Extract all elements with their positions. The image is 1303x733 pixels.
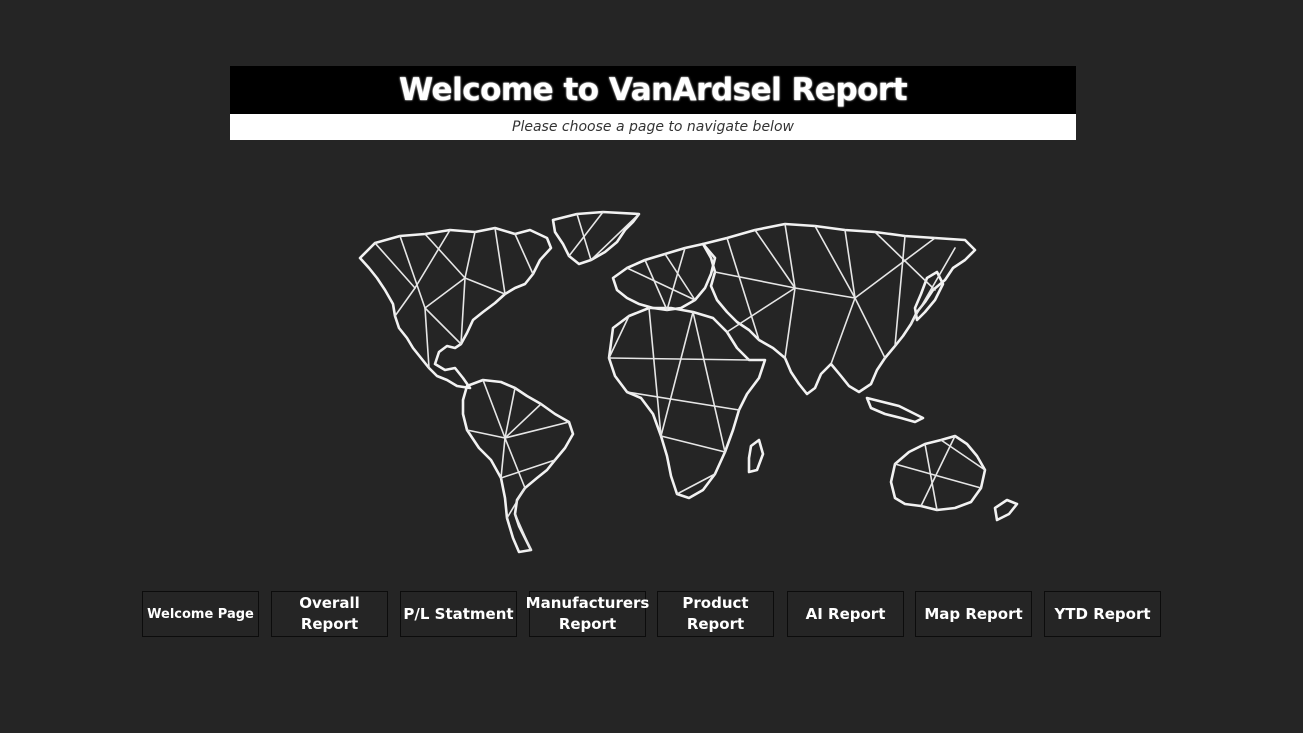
southeast-asia-islands-outline: [865, 396, 925, 424]
australia-outline: [889, 434, 987, 512]
nav-button-overall-report[interactable]: Overall Report: [271, 591, 388, 637]
nav-button-ai-report[interactable]: AI Report: [787, 591, 904, 637]
nav-button-ytd-report[interactable]: YTD Report: [1044, 591, 1161, 637]
new-zealand-outline: [993, 498, 1019, 522]
south-america-outline: [461, 378, 575, 554]
subtitle-banner: Please choose a page to navigate below: [230, 114, 1076, 140]
page-subtitle: Please choose a page to navigate below: [512, 119, 794, 135]
report-canvas: Welcome to VanArdsel Report Please choos…: [0, 0, 1303, 733]
continent-outlines: [358, 210, 1019, 554]
world-map-icon: [358, 210, 1019, 554]
nav-button-pl-statment[interactable]: P/L Statment: [400, 591, 517, 637]
page-title: Welcome to VanArdsel Report: [398, 72, 908, 108]
nav-button-manufacturers-report[interactable]: Manufacturers Report: [526, 591, 649, 637]
madagascar-outline: [747, 438, 765, 474]
asia-outline: [701, 222, 977, 396]
nav-button-product-report[interactable]: Product Report: [657, 591, 774, 637]
europe-outline: [611, 242, 717, 312]
nav-button-welcome-page[interactable]: Welcome Page: [142, 591, 259, 637]
title-banner: Welcome to VanArdsel Report: [230, 66, 1076, 114]
nav-button-map-report[interactable]: Map Report: [915, 591, 1032, 637]
